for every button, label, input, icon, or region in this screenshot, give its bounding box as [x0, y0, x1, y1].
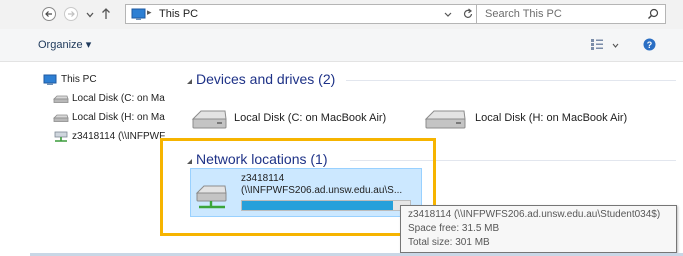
- back-button[interactable]: [42, 7, 56, 21]
- help-icon[interactable]: ?: [643, 38, 656, 51]
- hard-drive-icon: [191, 110, 227, 129]
- search-icon[interactable]: [647, 8, 659, 20]
- local-disk-icon: [53, 95, 69, 103]
- svg-text:?: ?: [647, 40, 653, 50]
- back-arrow-icon: [45, 11, 52, 17]
- group-divider: [346, 80, 676, 81]
- address-history-chevron-down-icon[interactable]: [444, 12, 452, 17]
- sidebar-item-local-disk-h[interactable]: Local Disk (H: on Ma: [72, 112, 165, 123]
- view-options-icon[interactable]: [590, 38, 604, 51]
- this-pc-icon: [43, 74, 57, 85]
- hard-drive-icon: [424, 110, 466, 129]
- drive-label: Local Disk (H: on MacBook Air): [475, 112, 628, 124]
- up-arrow-icon[interactable]: [101, 8, 111, 20]
- annotation-highlight-box: [160, 138, 436, 236]
- sidebar-item-local-disk-c[interactable]: Local Disk (C: on Ma: [72, 93, 165, 104]
- address-bar[interactable]: ▸ This PC: [125, 4, 505, 24]
- sidebar-item-this-pc[interactable]: This PC: [61, 74, 97, 85]
- this-pc-icon: [131, 8, 146, 20]
- tooltip-total-size: Total size: 301 MB: [408, 237, 490, 248]
- recent-locations-chevron-down-icon[interactable]: [86, 12, 94, 18]
- view-options-chevron-down-icon[interactable]: [612, 43, 619, 48]
- drive-tooltip: z3418114 (\\INFPWFS206.ad.unsw.edu.au\St…: [400, 205, 677, 253]
- navigation-bar: ▸ This PC Search This PC: [0, 0, 683, 29]
- forward-arrow-icon: [68, 11, 75, 17]
- organize-menu-button[interactable]: Organize ▾: [38, 38, 91, 51]
- drive-tile-local-disk-c[interactable]: Local Disk (C: on MacBook Air): [190, 104, 420, 138]
- local-disk-icon: [53, 114, 69, 122]
- tooltip-space-free: Space free: 31.5 MB: [408, 223, 500, 234]
- search-box[interactable]: Search This PC: [476, 4, 666, 24]
- drive-label: Local Disk (C: on MacBook Air): [234, 112, 387, 124]
- address-location-text[interactable]: This PC: [159, 8, 198, 20]
- refresh-icon[interactable]: [462, 8, 474, 20]
- navigation-pane: This PC Local Disk (C: on Ma Local Disk …: [32, 62, 180, 256]
- group-collapse-icon[interactable]: [186, 78, 193, 85]
- sidebar-item-network-location[interactable]: z3418114 (\\INFPWF: [72, 131, 165, 142]
- command-bar: Organize ▾ ?: [0, 29, 683, 62]
- forward-button[interactable]: [64, 7, 78, 21]
- breadcrumb-separator-icon: ▸: [147, 7, 152, 17]
- search-input[interactable]: Search This PC: [485, 8, 562, 20]
- network-drive-icon: [54, 131, 68, 142]
- devices-and-drives-header[interactable]: Devices and drives (2): [196, 71, 335, 87]
- drive-tile-local-disk-h[interactable]: Local Disk (H: on MacBook Air): [423, 104, 663, 138]
- tooltip-path: z3418114 (\\INFPWFS206.ad.unsw.edu.au\St…: [408, 209, 661, 220]
